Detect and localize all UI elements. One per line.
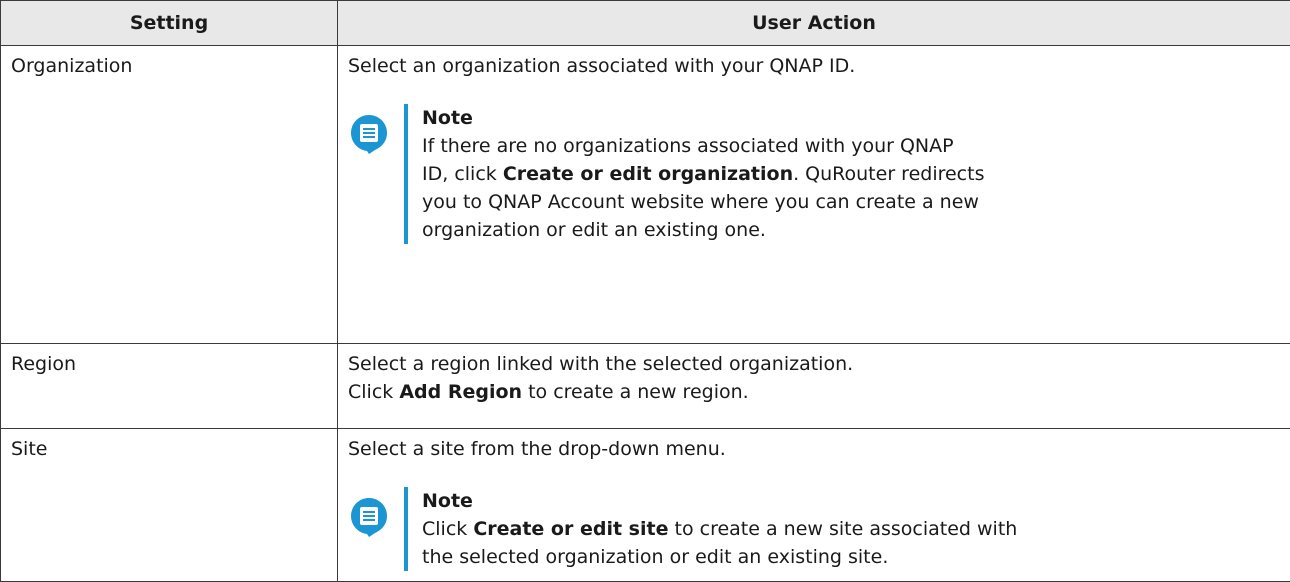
table-row: Region Select a region linked with the s…: [1, 344, 1290, 429]
settings-table: Setting User Action Organization Select …: [0, 0, 1290, 582]
note-box: Note Click Create or edit site to create…: [348, 487, 1084, 571]
header-user-action: User Action: [338, 1, 1290, 46]
note-text-segment: to create a new site associated with: [668, 518, 1017, 540]
setting-cell: Site: [1, 429, 338, 582]
table-header-row: Setting User Action: [1, 1, 1290, 46]
action-text-segment: to create a new region.: [522, 381, 749, 403]
action-text: Select a region linked with the selected…: [348, 350, 1280, 378]
note-icon: [350, 114, 388, 154]
action-text: Select an organization associated with y…: [348, 52, 1280, 80]
action-cell: Select an organization associated with y…: [338, 46, 1290, 344]
note-line: Click Create or edit site to create a ne…: [422, 515, 1084, 543]
add-region-label: Add Region: [399, 381, 522, 403]
note-body: Note If there are no organizations assoc…: [404, 104, 1084, 244]
note-line: If there are no organizations associated…: [422, 132, 1084, 160]
note-title: Note: [422, 487, 1084, 515]
header-setting: Setting: [1, 1, 338, 46]
note-text-segment: . QuRouter redirects: [793, 163, 984, 185]
note-line: you to QNAP Account website where you ca…: [422, 188, 1084, 216]
note-box: Note If there are no organizations assoc…: [348, 104, 1084, 244]
action-text: Select a site from the drop-down menu.: [348, 435, 1280, 463]
table-row: Organization Select an organization asso…: [1, 46, 1290, 344]
note-line: the selected organization or edit an exi…: [422, 543, 1084, 571]
create-edit-organization-label: Create or edit organization: [503, 163, 793, 185]
note-line: organization or edit an existing one.: [422, 216, 1084, 244]
note-text-segment: Click: [422, 518, 473, 540]
note-title: Note: [422, 104, 1084, 132]
setting-cell: Region: [1, 344, 338, 429]
note-text-segment: ID, click: [422, 163, 503, 185]
setting-cell: Organization: [1, 46, 338, 344]
note-line: ID, click Create or edit organization. Q…: [422, 160, 1084, 188]
action-text: Click Add Region to create a new region.: [348, 378, 1280, 406]
table-row: Site Select a site from the drop-down me…: [1, 429, 1290, 582]
action-cell: Select a region linked with the selected…: [338, 344, 1290, 429]
action-text-segment: Click: [348, 381, 399, 403]
create-edit-site-label: Create or edit site: [473, 518, 668, 540]
note-icon: [350, 497, 388, 537]
action-cell: Select a site from the drop-down menu. N…: [338, 429, 1290, 582]
note-body: Note Click Create or edit site to create…: [404, 487, 1084, 571]
